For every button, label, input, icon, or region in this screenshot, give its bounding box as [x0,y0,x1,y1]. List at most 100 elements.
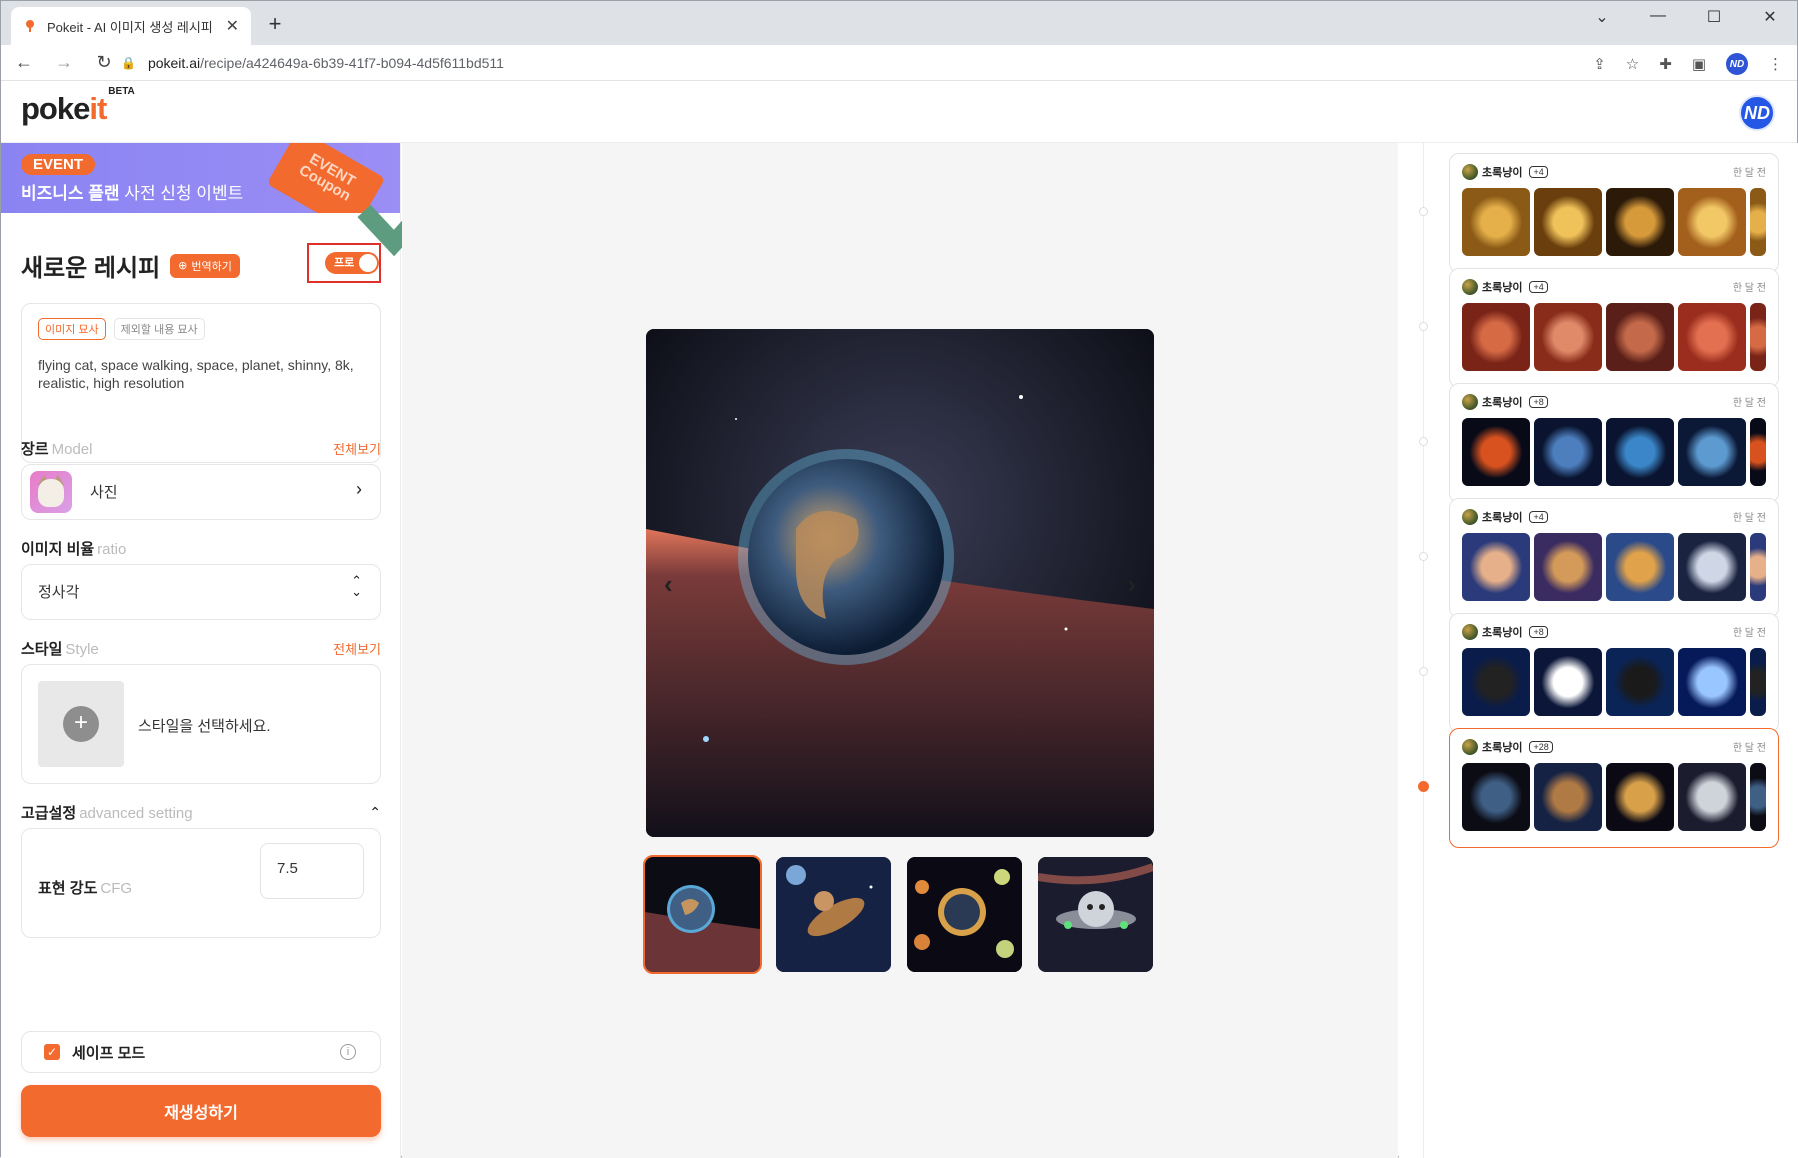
browser-tab[interactable]: Pokeit - AI 이미지 생성 레시피 ✕ [11,7,251,45]
history-card[interactable]: 초록냥이 +8 한 달 전 [1449,383,1779,503]
browser-menu-icon[interactable]: ⋮ [1768,55,1783,73]
maximize-icon[interactable]: ☐ [1703,7,1725,27]
history-username: 초록냥이 [1482,627,1523,639]
url-host: pokeit.ai [147,55,201,71]
style-hint: 스타일을 선택하세요. [138,718,271,735]
history-thumbnail[interactable] [1534,648,1602,716]
side-panel-icon[interactable]: ▣ [1692,55,1706,73]
pokeit-favicon-icon [23,19,37,33]
bookmark-star-icon[interactable]: ☆ [1626,55,1639,73]
beta-badge: BETA [108,85,135,97]
safe-mode-checkbox[interactable]: ✓ [44,1044,60,1060]
history-thumbnail[interactable] [1606,188,1674,256]
address-bar[interactable]: 🔒 pokeit.ai/recipe/a424649a-6b39-41f7-b0… [111,49,1651,77]
extensions-icon[interactable]: ✚ [1659,55,1672,73]
history-card[interactable]: 초록냥이 +4 한 달 전 [1449,498,1779,618]
timeline-dot [1419,667,1428,676]
history-thumbnail[interactable] [1678,188,1746,256]
minimize-icon[interactable]: — [1647,7,1669,27]
info-icon[interactable]: i [340,1044,356,1060]
banner-text: 비즈니스 플랜 사전 신청 이벤트 [21,184,244,203]
forward-icon[interactable]: → [55,52,73,73]
history-thumbnail[interactable] [1462,763,1530,831]
history-thumbnail[interactable] [1534,188,1602,256]
safe-mode-row[interactable]: ✓ 세이프 모드 i [21,1031,381,1073]
model-selector[interactable]: 사진 › [21,464,381,520]
history-thumbnail[interactable] [1534,418,1602,486]
translate-button[interactable]: ⊕ 번역하기 [170,253,240,278]
history-card[interactable]: 초록냥이 +4 한 달 전 [1449,153,1779,273]
history-thumbnail[interactable] [1750,763,1766,831]
back-icon[interactable]: ← [15,52,33,73]
history-thumbnail[interactable] [1606,648,1674,716]
model-name: 사진 [90,484,118,501]
history-thumbnail[interactable] [1678,533,1746,601]
chevron-right-icon: › [356,479,362,499]
history-card[interactable]: 초록냥이 +8 한 달 전 [1449,613,1779,733]
history-thumbnail[interactable] [1606,303,1674,371]
style-view-all-link[interactable]: 전체보기 [333,639,381,658]
pokeit-logo[interactable]: pokeit BETA [21,86,135,127]
history-thumbnail[interactable] [1462,418,1530,486]
history-thumbnail[interactable] [1678,763,1746,831]
history-thumbnail[interactable] [1462,533,1530,601]
history-thumbnail[interactable] [1534,303,1602,371]
history-thumbnail[interactable] [1750,533,1766,601]
ratio-select[interactable]: 정사각 ⌃ ⌄ [21,564,381,620]
history-user: 초록냥이 +8 [1462,394,1548,410]
tab-search-icon[interactable]: ⌄ [1591,7,1613,27]
history-time: 한 달 전 [1732,628,1766,639]
result-thumbnail[interactable] [776,857,891,972]
tab-negative-description[interactable]: 제외할 내용 묘사 [113,318,205,340]
history-thumbnail[interactable] [1606,418,1674,486]
next-image-arrow-icon[interactable]: › [1127,569,1136,600]
history-thumbnail[interactable] [1750,648,1766,716]
add-style-button[interactable]: + [38,681,124,767]
cfg-input[interactable]: 7.5 [260,843,364,899]
history-thumbnail[interactable] [1750,418,1766,486]
model-view-all-link[interactable]: 전체보기 [333,439,381,458]
image-count-badge: +4 [1529,166,1548,178]
style-selector[interactable]: + 스타일을 선택하세요. [21,664,381,784]
history-thumbnail[interactable] [1534,763,1602,831]
close-tab-icon[interactable]: ✕ [226,16,239,36]
result-thumbnail[interactable] [643,855,762,974]
event-banner[interactable]: EVENT 비즈니스 플랜 사전 신청 이벤트 EVENT Coupon [1,143,400,213]
new-tab-button[interactable]: + [263,13,287,37]
user-avatar[interactable]: ND [1739,95,1775,131]
history-thumbnail[interactable] [1678,648,1746,716]
tab-image-description[interactable]: 이미지 묘사 [38,318,106,340]
advanced-section-header[interactable]: 고급설정 advanced setting ⌃ [21,802,381,823]
profile-avatar[interactable]: ND [1726,53,1748,75]
image-count-badge: +4 [1529,281,1548,293]
result-thumbnail[interactable] [1038,857,1153,972]
history-thumbnail[interactable] [1534,533,1602,601]
history-thumbnail[interactable] [1678,303,1746,371]
lock-icon[interactable]: 🔒 [121,56,136,70]
main-result-image[interactable]: ‹ › [646,329,1154,837]
pro-toggle[interactable]: 프로 [325,252,379,274]
history-thumbnail[interactable] [1606,763,1674,831]
history-thumbnail[interactable] [1750,188,1766,256]
regenerate-button[interactable]: 재생성하기 [21,1085,381,1137]
recipe-title: 새로운 레시피 [21,255,161,282]
history-thumbnail[interactable] [1606,533,1674,601]
history-time: 한 달 전 [1732,743,1766,754]
prev-image-arrow-icon[interactable]: ‹ [664,569,673,600]
history-user: 초록냥이 +8 [1462,624,1548,640]
share-icon[interactable]: ⇪ [1593,55,1606,73]
history-thumbnail[interactable] [1462,188,1530,256]
history-timeline [1423,143,1424,1158]
history-thumbnail[interactable] [1678,418,1746,486]
prompt-text[interactable]: flying cat, space walking, space, planet… [38,356,364,392]
tab-title: Pokeit - AI 이미지 생성 레시피 [47,19,213,35]
history-thumbnail[interactable] [1462,648,1530,716]
history-thumbnail[interactable] [1462,303,1530,371]
history-card[interactable]: 초록냥이 +28 한 달 전 [1449,728,1779,848]
chevron-up-icon[interactable]: ⌃ [369,804,381,821]
history-card[interactable]: 초록냥이 +4 한 달 전 [1449,268,1779,388]
image-count-badge: +4 [1529,511,1548,523]
result-thumbnail[interactable] [907,857,1022,972]
close-window-icon[interactable]: ✕ [1759,7,1781,27]
history-thumbnail[interactable] [1750,303,1766,371]
